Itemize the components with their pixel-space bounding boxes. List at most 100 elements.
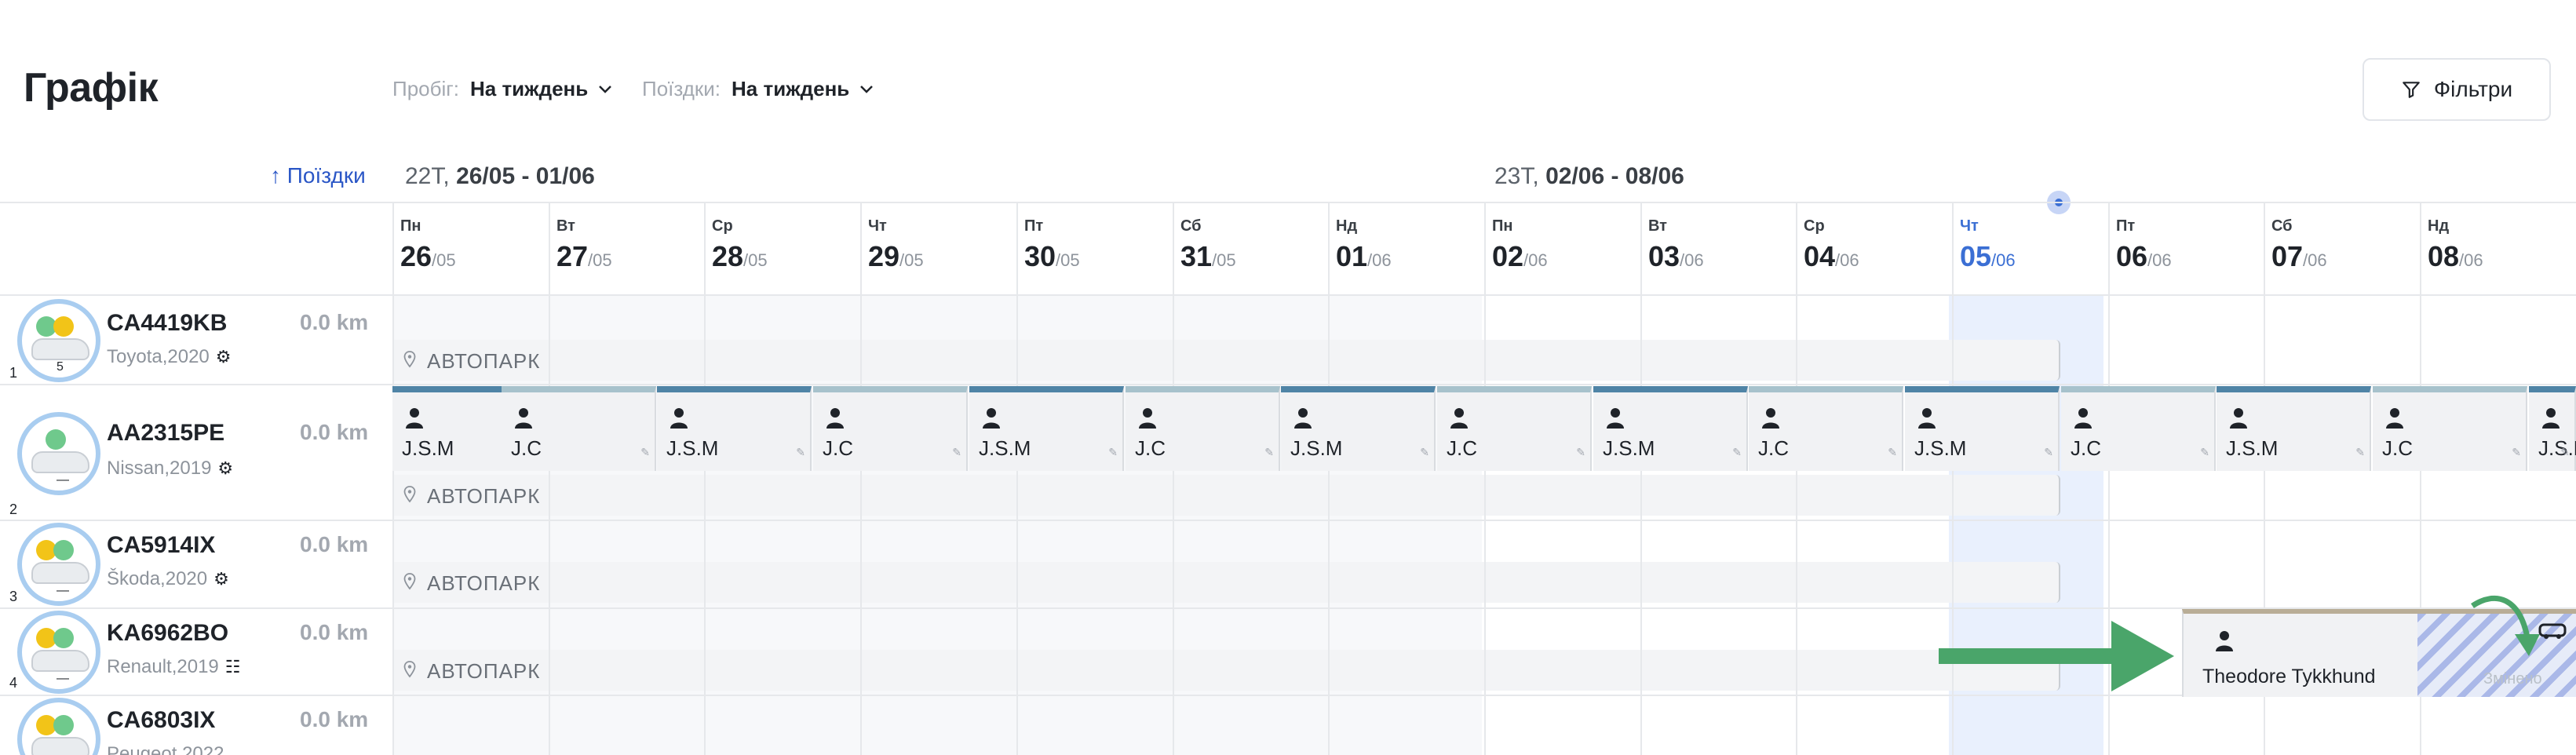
day-month: /06 [1835,250,1859,270]
trip-block[interactable]: J.S.M✎ [657,386,812,471]
trip-block[interactable]: J.S.M✎ [2529,386,2576,471]
day-number: 28 [712,240,744,272]
trip-block[interactable]: J.S.M✎ [969,386,1124,471]
edit-icon[interactable]: ✎ [796,446,805,459]
edit-icon[interactable]: ✎ [952,446,961,459]
day-column-divider [392,296,394,755]
toolbar: Графік Пробіг: На тиждень Поїздки: На ти… [0,0,2576,149]
day-date: 31/05 [1180,240,1329,273]
day-of-week: Чт [868,217,887,235]
edit-icon[interactable]: ✎ [1420,446,1429,459]
trip-block[interactable]: J.C ✎ [1749,386,1903,471]
car-avatar: — [17,412,100,495]
driver-initials: J.S.M [1603,436,1655,460]
edit-icon[interactable]: ✎ [2355,446,2365,459]
day-number: 08 [2428,240,2460,272]
day-date: 01/06 [1336,240,1484,273]
day-date: 30/05 [1024,240,1173,273]
park-bar[interactable]: АВТОПАРК [392,475,2060,516]
car-plate[interactable]: AA2315PE [107,420,224,447]
driver-initials: J.S.M [1914,436,1967,460]
day-column-divider [1484,296,1486,755]
gearbox-icon: ⚙ [217,458,234,478]
car-model: Renault,2019 ☷ [107,656,241,678]
car-plate[interactable]: KA6962BO [107,620,228,647]
driver-initials: J.C [2382,436,2413,460]
car-row[interactable]: — 2 AA2315PE Nissan,2019 ⚙ 0.0 km [0,385,391,520]
edit-icon[interactable]: ✎ [1576,446,1585,459]
day-month: /05 [1056,250,1080,270]
car-mileage: 0.0 km [300,620,369,644]
park-bar[interactable]: АВТОПАРК [392,562,2060,603]
park-bar[interactable]: АВТОПАРК [392,650,2060,691]
day-column-divider [1640,296,1642,755]
edit-icon[interactable]: ✎ [640,446,650,459]
car-plate[interactable]: CA4419KB [107,310,227,337]
chevron-down-icon [599,85,612,93]
user-icon [1450,408,1468,429]
trip-block[interactable]: J.C ✎ [1126,386,1280,471]
day-header: Вт 03/06 [1640,203,1797,297]
trip-block[interactable]: J.S.M ✎ [1593,386,1748,471]
selected-trip-block[interactable]: Theodore Tykkhund [2182,609,2417,697]
car-swap-icon[interactable] [2537,617,2568,640]
mileage-dropdown[interactable]: Пробіг: На тиждень [392,77,612,101]
driver-initials: J.C [823,436,853,460]
trip-block[interactable]: J.C ✎ [2061,386,2216,471]
filters-button[interactable]: Фільтри [2363,58,2551,121]
trip-block[interactable]: J.S.M✎ [2217,386,2371,471]
edit-icon[interactable]: ✎ [2200,446,2209,459]
trips-value: На тиждень [732,77,850,100]
edit-icon[interactable]: ✎ [2044,446,2053,459]
trip-block[interactable]: J.C ✎ [813,386,968,471]
trip-block[interactable]: J.S.M✎ [1281,386,1436,471]
car-avatar: — [17,611,100,694]
trip-block[interactable]: J.C ✎ [2373,386,2527,471]
row-index: 1 [9,365,18,381]
user-icon [826,408,844,429]
trip-block[interactable]: J.C ✎ [502,386,656,471]
day-column-divider [549,296,550,755]
car-model-text: Nissan,2019 [107,458,212,479]
day-month: /06 [1991,250,2016,270]
trip-block[interactable]: J.S.M ✎ [1905,386,2060,471]
car-badge-number: — [57,473,69,487]
sort-trips-link[interactable]: ↑ Поїздки [270,163,366,188]
car-mileage: 0.0 km [300,420,369,444]
status-badge [53,316,74,337]
day-date: 08/06 [2428,240,2576,273]
edit-icon[interactable]: ✎ [2512,446,2521,459]
car-row[interactable]: CA6803IX Peugeot,2022 0.0 km [0,696,391,755]
day-month: /06 [1367,250,1392,270]
car-model: Nissan,2019 ⚙ [107,458,233,480]
day-of-week: Сб [1180,217,1202,235]
day-header: Пт 30/05 [1016,203,1173,297]
driver-initials: J.C [1447,436,1477,460]
car-row[interactable]: — 3 CA5914IX Škoda,2020 ⚙ 0.0 km [0,521,391,607]
park-bar[interactable]: АВТОПАРК [392,340,2060,381]
car-plate[interactable]: CA5914IX [107,532,215,559]
user-icon [1607,408,1624,429]
day-date: 28/05 [712,240,860,273]
car-row[interactable]: 5 1 CA4419KB Toyota,2020 ⚙ 0.0 km [0,296,391,384]
car-icon [31,451,89,473]
trips-dropdown[interactable]: Поїздки: На тиждень [642,77,874,101]
day-of-week: Пн [1492,217,1513,235]
day-date: 07/06 [2271,240,2420,273]
car-row[interactable]: — 4 KA6962BO Renault,2019 ☷ 0.0 km [0,609,391,695]
edit-icon[interactable]: ✎ [1264,446,1274,459]
car-plate[interactable]: CA6803IX [107,707,215,734]
day-number: 06 [2116,240,2148,272]
day-header: Чт 05/06 [1952,203,2108,297]
gearbox-icon: ⚙ [213,569,229,589]
day-date: 04/06 [1804,240,1952,273]
edit-icon[interactable]: ✎ [1888,446,1897,459]
trip-block[interactable]: J.C ✎ [1437,386,1592,471]
status-badge [53,715,74,735]
edit-icon[interactable]: ✎ [1732,446,1742,459]
chevron-down-icon [860,85,874,93]
day-column-divider [860,296,862,755]
edit-icon[interactable]: ✎ [1108,446,1118,459]
edit-icon[interactable]: ✎ [2560,446,2570,459]
car-model-text: Škoda,2020 [107,568,208,589]
